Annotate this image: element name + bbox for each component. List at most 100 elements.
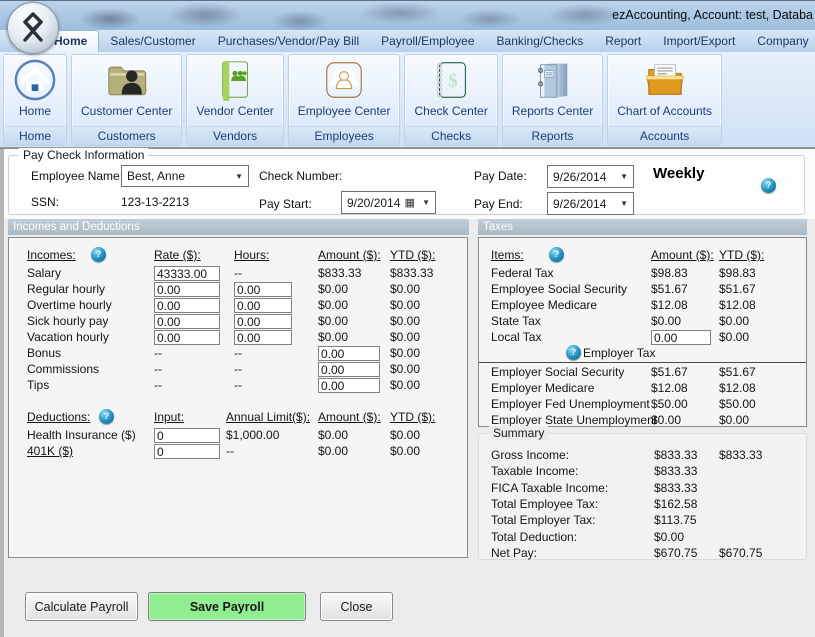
summary-amount: $833.33 xyxy=(654,481,697,495)
reports-center-button[interactable]: Reports Center xyxy=(503,55,602,126)
home-button[interactable]: Home xyxy=(4,55,66,126)
amount-cell[interactable] xyxy=(318,346,380,361)
ytd-cell: $0.00 xyxy=(390,378,420,392)
app-logo-orb[interactable] xyxy=(7,2,59,54)
chevron-down-icon: ▼ xyxy=(422,198,435,207)
hours-cell[interactable] xyxy=(234,298,292,313)
income-label: Salary xyxy=(27,266,61,280)
tax-label: Employer Social Security xyxy=(491,365,624,379)
income-row: Commissions----$0.00 xyxy=(9,362,467,379)
menu-tab-banking-checks[interactable]: Banking/Checks xyxy=(486,31,595,52)
ytd-cell: $0.00 xyxy=(390,444,420,458)
help-icon[interactable]: ? xyxy=(761,178,776,193)
employer-tax-divider-label: Employer Tax xyxy=(583,346,655,360)
ribbon-button-label: Reports Center xyxy=(512,104,593,118)
income-label: Bonus xyxy=(27,346,61,360)
hours-cell[interactable] xyxy=(234,314,292,329)
hours-cell: -- xyxy=(234,378,242,392)
ssn-label: SSN: xyxy=(31,195,59,209)
main-content: Pay Check Information Employee Name: Bes… xyxy=(0,148,815,637)
incomes-deductions-panel: Incomes:Rate ($):Hours:Amount ($):YTD ($… xyxy=(8,237,468,558)
help-icon[interactable]: ? xyxy=(566,345,581,360)
pay-frequency-label: Weekly xyxy=(653,165,704,182)
ytd-cell: $0.00 xyxy=(390,428,420,442)
hours-cell[interactable] xyxy=(234,282,292,297)
menu-tab-report[interactable]: Report xyxy=(594,31,652,52)
summary-label: Gross Income: xyxy=(491,448,569,462)
hours-cell[interactable] xyxy=(234,330,292,345)
amount-cell[interactable] xyxy=(318,378,380,393)
customer-folder-icon xyxy=(105,58,149,102)
deduction-input-cell[interactable] xyxy=(154,444,220,459)
menu-tab-company[interactable]: Company xyxy=(746,31,815,52)
hours-cell: -- xyxy=(234,266,242,280)
menu-tab-sales-customer[interactable]: Sales/Customer xyxy=(99,31,206,52)
hours-cell: -- xyxy=(234,362,242,376)
deductions-col-header: Deductions: xyxy=(27,410,90,424)
incomes-section-header: Incomes and Deductions xyxy=(8,219,469,235)
tax-ytd-cell: $51.67 xyxy=(719,282,756,296)
menu-tab-payroll-employee[interactable]: Payroll/Employee xyxy=(370,31,485,52)
income-label: Vacation hourly xyxy=(27,330,109,344)
rate-cell[interactable] xyxy=(154,282,220,297)
income-row: Regular hourly$0.00$0.00 xyxy=(9,282,467,299)
pay-start-value: 9/20/2014 xyxy=(347,196,400,210)
employee-name-select[interactable]: Best, Anne ▼ xyxy=(121,165,249,187)
amount-col-header: Amount ($): xyxy=(318,248,381,262)
rate-cell[interactable] xyxy=(154,298,220,313)
vendor-center-button[interactable]: Vendor Center xyxy=(187,55,282,126)
deduction-input-cell[interactable] xyxy=(154,428,220,443)
menu-tab-bar: HomeSales/CustomerPurchases/Vendor/Pay B… xyxy=(0,30,815,52)
close-button[interactable]: Close xyxy=(320,592,393,621)
amount-cell[interactable] xyxy=(318,362,380,377)
amount-cell: $0.00 xyxy=(318,298,348,312)
income-header-row: Incomes:Rate ($):Hours:Amount ($):YTD ($… xyxy=(9,248,467,265)
pay-start-label: Pay Start: xyxy=(259,197,312,211)
tax-ytd-cell: $12.08 xyxy=(719,381,756,395)
customer-center-button[interactable]: Customer Center xyxy=(72,55,181,126)
pay-date-select[interactable]: 9/26/2014 ▼ xyxy=(547,165,634,188)
tax-amount-cell[interactable] xyxy=(651,330,711,345)
employee-center-button[interactable]: Employee Center xyxy=(289,55,400,126)
summary-row: Gross Income:$833.33$833.33 xyxy=(479,448,806,465)
employee-group-icon xyxy=(322,58,366,102)
ribbon-group-caption: Customers xyxy=(72,126,181,145)
summary-row: Total Deduction:$0.00 xyxy=(479,530,806,547)
summary-row: Total Employer Tax:$113.75 xyxy=(479,513,806,530)
rate-cell[interactable] xyxy=(154,314,220,329)
tax-label: State Tax xyxy=(491,314,541,328)
help-icon[interactable]: ? xyxy=(99,409,114,424)
save-payroll-button[interactable]: Save Payroll xyxy=(148,592,306,621)
tax-amount-cell: $12.08 xyxy=(651,381,688,395)
ytd-cell: $0.00 xyxy=(390,346,420,360)
menu-tab-import-export[interactable]: Import/Export xyxy=(652,31,746,52)
pay-end-select[interactable]: 9/26/2014 ▼ xyxy=(547,192,634,215)
paycheck-info-groupbox: Pay Check Information Employee Name: Bes… xyxy=(8,155,805,215)
check-center-button[interactable]: $ Check Center xyxy=(405,55,496,126)
pay-start-datepicker[interactable]: 9/20/2014 ▦ ▼ xyxy=(341,191,436,214)
tax-row: Federal Tax$98.83$98.83 xyxy=(479,266,806,283)
help-icon[interactable]: ? xyxy=(549,247,564,262)
menu-tab-purchases-vendor-pay-bill[interactable]: Purchases/Vendor/Pay Bill xyxy=(207,31,370,52)
summary-row: Net Pay:$670.75$670.75 xyxy=(479,546,806,563)
taxes-section-header: Taxes xyxy=(478,219,807,235)
calculate-payroll-button[interactable]: Calculate Payroll xyxy=(25,592,138,621)
window-left-edge xyxy=(0,149,4,637)
tax-label: Employer State Unemployment xyxy=(491,413,657,427)
income-row: Tips----$0.00 xyxy=(9,378,467,395)
tax-amount-cell: $12.08 xyxy=(651,298,688,312)
tax-amount-cell: $51.67 xyxy=(651,365,688,379)
income-label: Regular hourly xyxy=(27,282,105,296)
rate-cell[interactable] xyxy=(154,266,220,281)
chart-of-accounts-button[interactable]: Chart of Accounts xyxy=(608,55,721,126)
chevron-down-icon: ▼ xyxy=(620,172,633,181)
summary-amount: $162.58 xyxy=(654,497,697,511)
svg-text:$: $ xyxy=(448,71,458,92)
employer-tax-row: Employer Fed Unemployment$50.00$50.00 xyxy=(479,397,806,414)
help-icon[interactable]: ? xyxy=(91,247,106,262)
chevron-down-icon: ▼ xyxy=(620,199,633,208)
rate-cell[interactable] xyxy=(154,330,220,345)
income-row: Bonus----$0.00 xyxy=(9,346,467,363)
tax-ytd-cell: $0.00 xyxy=(719,314,749,328)
deduction-row: Health Insurance ($)$1,000.00$0.00$0.00 xyxy=(9,428,467,445)
